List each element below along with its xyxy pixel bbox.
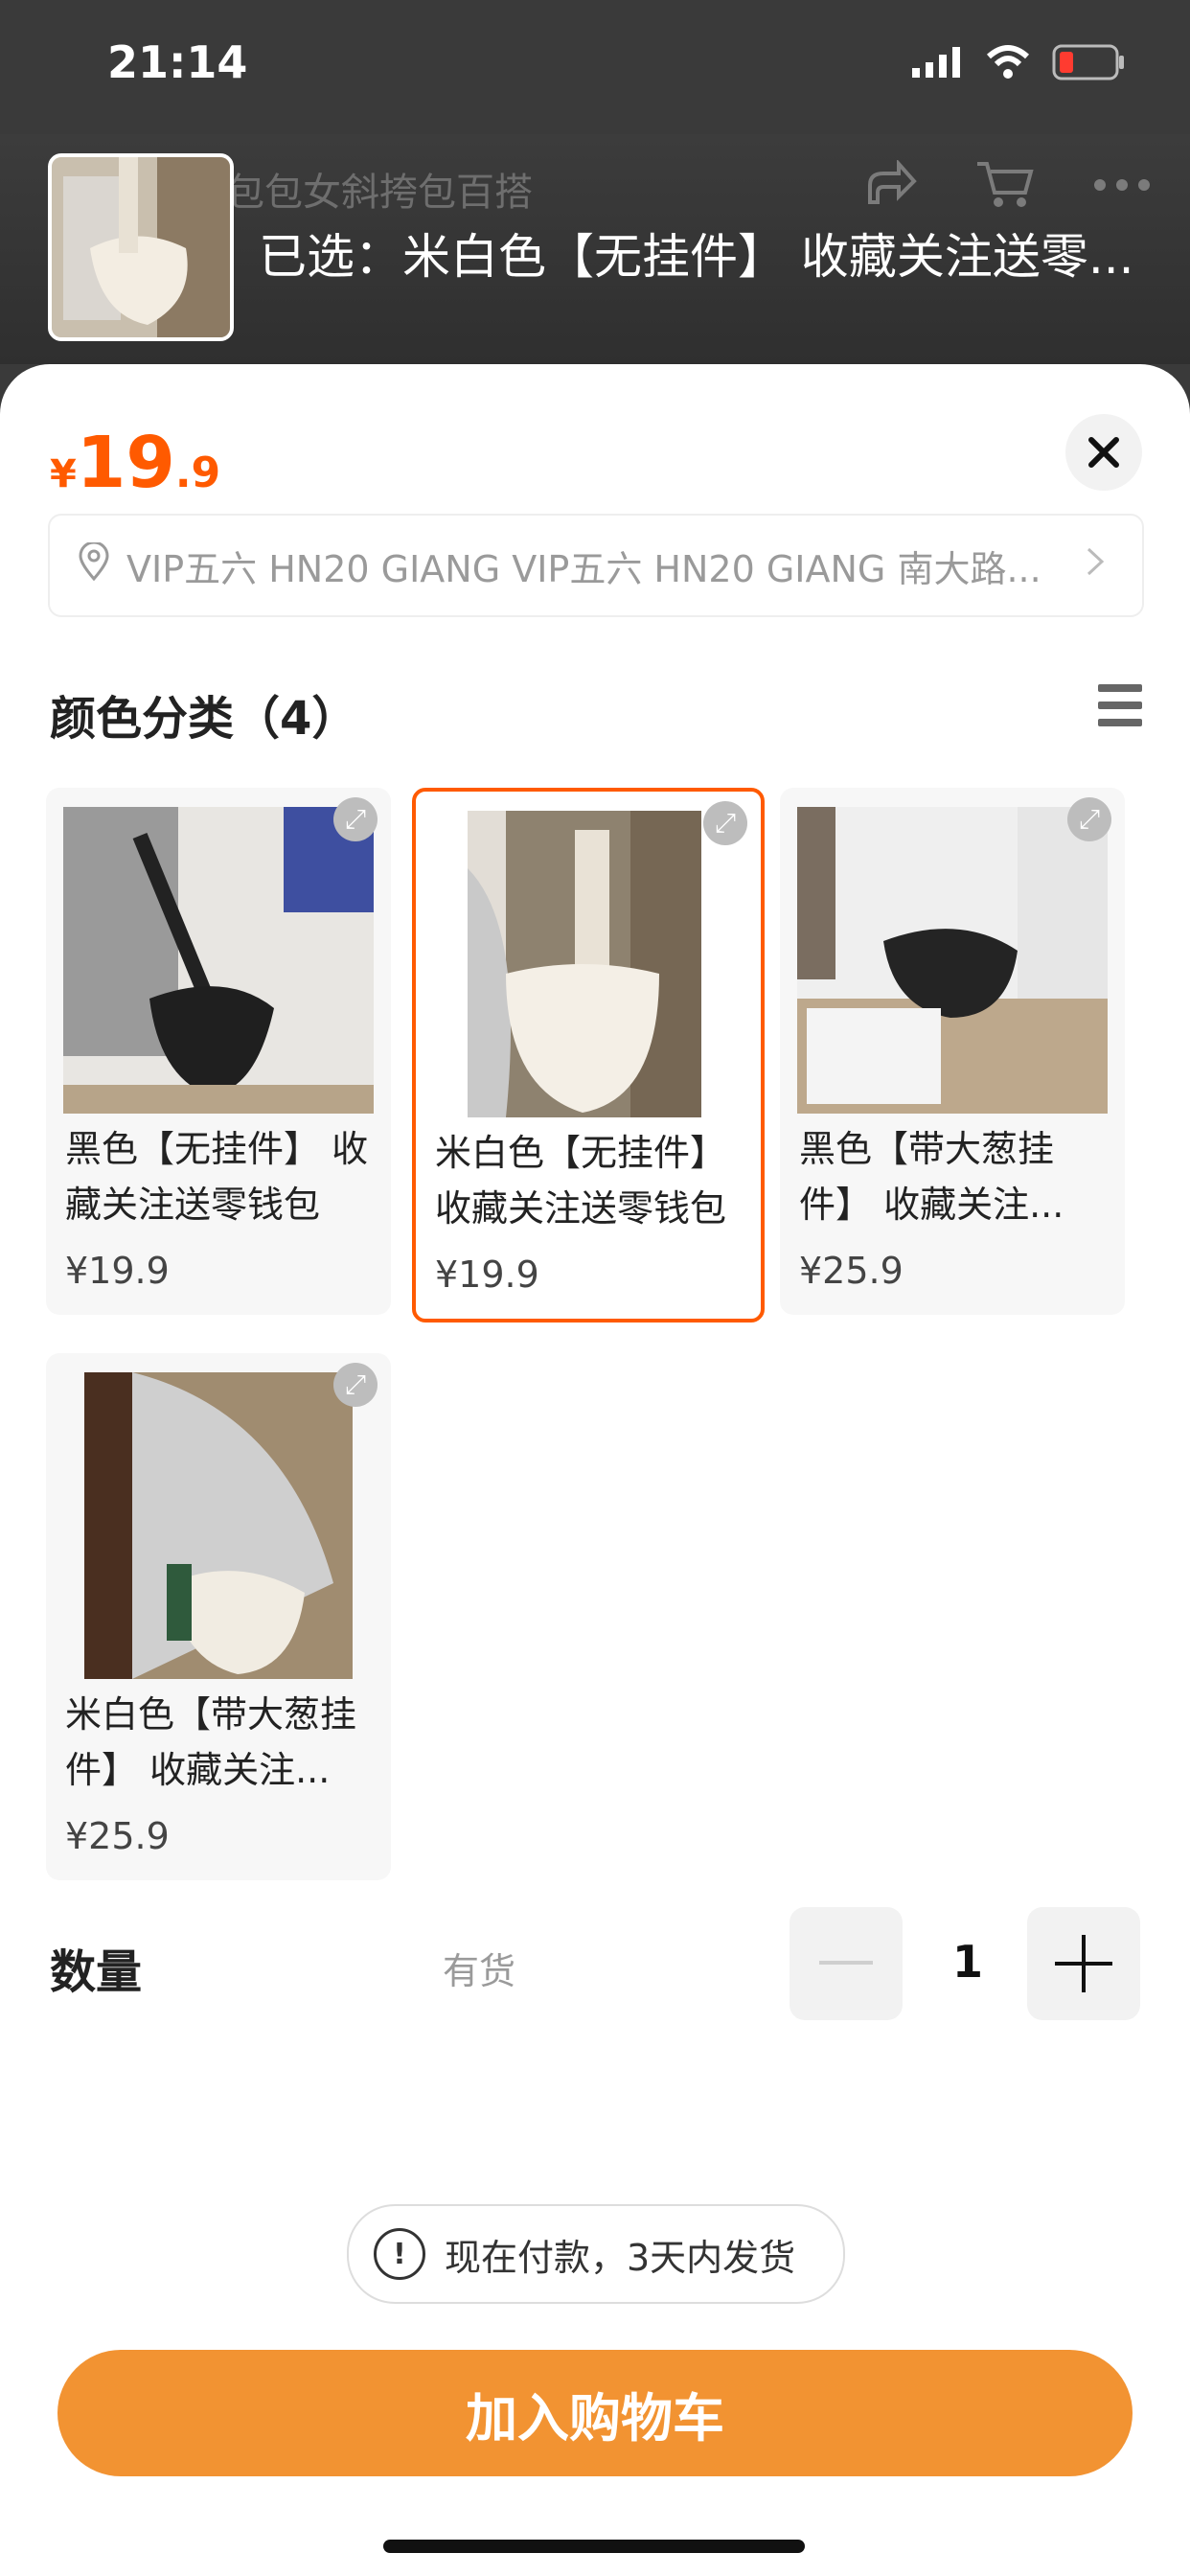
selected-variant-text: 已选：米白色【无挂件】 收藏关注送零... (259, 229, 1134, 285)
variant-price: ¥19.9 (65, 1250, 170, 1292)
variant-card-selected[interactable]: ⤢ 米白色【无挂件】 收藏关注送零钱包 ¥19.9 (412, 788, 765, 1322)
variant-image (797, 807, 1108, 1114)
variant-card[interactable]: ⤢ 米白色【带大葱挂件】 收藏关注... ¥25.9 (46, 1353, 391, 1880)
home-indicator (383, 2540, 805, 2553)
list-view-icon[interactable] (1098, 684, 1142, 736)
variant-name: 黑色【无挂件】 收藏关注送零钱包 (65, 1128, 369, 1226)
variant-image (84, 1372, 353, 1679)
shipping-notice: ! 现在付款，3天内发货 (347, 2204, 845, 2304)
variant-image (63, 807, 374, 1114)
exclamation-icon: ! (374, 2228, 425, 2280)
status-bar: 21:14 (0, 0, 1190, 134)
status-icons (912, 44, 1127, 84)
stock-status: 有货 (443, 1950, 516, 1992)
price: ¥19.9 (50, 422, 220, 504)
quantity-value[interactable]: 1 (920, 1936, 1016, 1988)
more-icon[interactable] (1092, 177, 1152, 196)
status-time: 21:14 (107, 36, 248, 88)
backdrop-title: 包包女斜挎包百搭 (226, 171, 533, 215)
wifi-icon (985, 45, 1031, 83)
quantity-increase-button[interactable] (1027, 1907, 1140, 2020)
quantity-decrease-button[interactable] (790, 1907, 903, 2020)
price-decimal: .9 (174, 448, 221, 497)
variant-name: 米白色【带大葱挂件】 收藏关注... (65, 1693, 357, 1791)
plus-icon (1055, 1935, 1112, 1992)
close-icon (1088, 437, 1119, 468)
expand-icon[interactable]: ⤢ (703, 801, 747, 845)
battery-icon (1052, 44, 1127, 84)
add-to-cart-button[interactable]: 加入购物车 (57, 2350, 1133, 2476)
quantity-label: 数量 (50, 1945, 143, 1999)
address-text: VIP五六 HN20 GIANG VIP五六 HN20 GIANG 南大路... (126, 547, 1041, 590)
expand-icon[interactable]: ⤢ (333, 797, 378, 841)
minus-icon (819, 1961, 873, 1965)
variant-card[interactable]: ⤢ 黑色【带大葱挂件】 收藏关注... ¥25.9 (780, 788, 1125, 1315)
chevron-right-icon (1085, 544, 1106, 586)
variant-card[interactable]: ⤢ 黑色【无挂件】 收藏关注送零钱包 ¥19.9 (46, 788, 391, 1315)
price-integer: 19 (76, 422, 175, 504)
signal-icon (912, 47, 964, 81)
top-actions (860, 158, 1152, 214)
cart-icon[interactable] (975, 158, 1035, 214)
expand-icon[interactable]: ⤢ (1067, 797, 1111, 841)
sku-sheet: ¥19.9 VIP五六 HN20 GIANG VIP五六 HN20 GIANG … (0, 364, 1190, 2576)
variant-price: ¥25.9 (799, 1250, 904, 1292)
color-category-title: 颜色分类（4） (50, 692, 358, 746)
variant-image (468, 811, 701, 1117)
price-symbol: ¥ (50, 452, 77, 496)
shipping-notice-text: 现在付款，3天内发货 (445, 2236, 796, 2279)
selected-variant-thumbnail[interactable] (48, 153, 234, 341)
variant-name: 黑色【带大葱挂件】 收藏关注... (799, 1128, 1064, 1226)
variant-price: ¥19.9 (435, 1254, 539, 1296)
expand-icon[interactable]: ⤢ (333, 1363, 378, 1407)
variant-price: ¥25.9 (65, 1815, 170, 1857)
variant-name: 米白色【无挂件】 收藏关注送零钱包 (435, 1132, 727, 1230)
share-icon[interactable] (860, 158, 918, 212)
close-button[interactable] (1065, 414, 1142, 491)
address-selector[interactable]: VIP五六 HN20 GIANG VIP五六 HN20 GIANG 南大路... (48, 514, 1144, 617)
location-pin-icon (79, 540, 109, 589)
